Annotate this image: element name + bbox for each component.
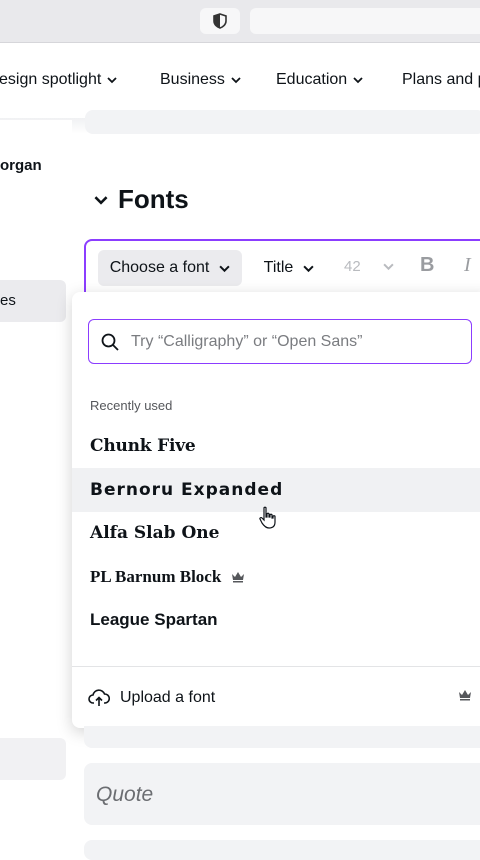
- font-size-value: 42: [344, 258, 361, 275]
- chevron-down-icon: [107, 77, 117, 84]
- chevron-down-icon: [94, 195, 108, 205]
- content-card: [84, 840, 480, 860]
- bold-button[interactable]: B: [420, 254, 434, 277]
- recently-used-label: Recently used: [90, 398, 173, 413]
- sidebar-item-selected[interactable]: es: [0, 280, 66, 322]
- nav-business[interactable]: Business: [160, 71, 241, 89]
- chevron-down-icon: [219, 265, 230, 272]
- content-card: [84, 726, 480, 748]
- font-size-select[interactable]: 42: [344, 258, 394, 275]
- chevron-down-icon: [231, 77, 241, 84]
- nav-design-spotlight[interactable]: esign spotlight: [0, 71, 117, 89]
- nav-plans-and-pricing[interactable]: Plans and p: [402, 71, 480, 89]
- text-style-select[interactable]: Title: [252, 250, 326, 286]
- font-search-input[interactable]: [129, 331, 453, 352]
- user-name: organ: [0, 157, 42, 174]
- font-button-label: Choose a font: [109, 259, 210, 276]
- content-card: [85, 110, 480, 134]
- browser-toolbar: [0, 0, 480, 43]
- font-option-chunk-five[interactable]: Chunk Five: [72, 424, 480, 468]
- nav-education[interactable]: Education: [276, 71, 363, 89]
- nav-label: esign spotlight: [0, 71, 102, 88]
- choose-font-button[interactable]: Choose a font: [98, 250, 242, 286]
- nav-label: Business: [160, 71, 225, 88]
- nav-label: Plans and p: [402, 71, 480, 88]
- style-label: Title: [263, 259, 294, 276]
- crown-icon: [459, 690, 471, 701]
- privacy-shield-button[interactable]: [200, 8, 240, 34]
- upload-font-label: Upload a font: [120, 688, 216, 706]
- hand-cursor-icon: [259, 506, 276, 529]
- top-navigation: esign spotlight Business Education Plans…: [0, 43, 480, 119]
- upload-font-button[interactable]: Upload a font: [72, 667, 480, 728]
- fonts-section-header[interactable]: Fonts: [94, 184, 189, 215]
- cloud-upload-icon: [88, 688, 110, 706]
- section-title: Fonts: [118, 184, 189, 214]
- font-option-league-spartan[interactable]: League Spartan: [72, 598, 480, 642]
- italic-button[interactable]: I: [464, 254, 471, 277]
- address-bar[interactable]: [250, 8, 480, 34]
- chevron-down-icon: [303, 265, 314, 272]
- font-option-name: Bernoru Expanded: [90, 480, 284, 500]
- font-option-name: League Spartan: [90, 610, 218, 629]
- chevron-down-icon: [353, 77, 363, 84]
- shield-icon: [213, 13, 227, 29]
- chevron-down-icon: [383, 263, 394, 271]
- font-option-name: Chunk Five: [90, 436, 196, 456]
- font-search-box: [88, 319, 472, 364]
- quote-placeholder: Quote: [96, 783, 154, 806]
- font-option-pl-barnum-block[interactable]: PL Barnum Block: [72, 555, 480, 599]
- crown-icon: [232, 572, 245, 583]
- nav-label: Education: [276, 71, 348, 88]
- sidebar-item-label: es: [0, 292, 16, 309]
- font-option-name: Alfa Slab One: [90, 523, 220, 543]
- sidebar-item[interactable]: [0, 738, 66, 780]
- search-icon: [101, 333, 119, 351]
- font-option-name: PL Barnum Block: [90, 567, 222, 586]
- quote-style-card[interactable]: Quote: [84, 763, 480, 825]
